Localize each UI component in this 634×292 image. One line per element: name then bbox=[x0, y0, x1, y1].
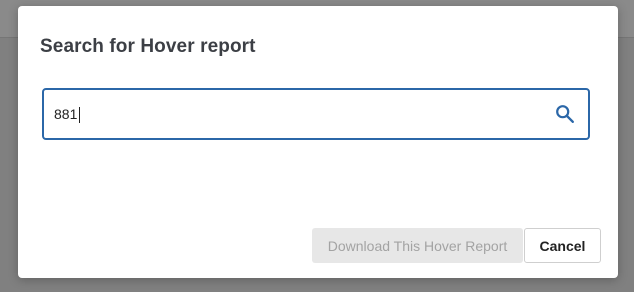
dialog-title: Search for Hover report bbox=[40, 36, 256, 57]
cancel-button[interactable]: Cancel bbox=[524, 228, 601, 263]
download-report-button[interactable]: Download This Hover Report bbox=[312, 228, 523, 263]
search-report-dialog: Search for Hover report Download This Ho… bbox=[18, 6, 618, 278]
text-caret bbox=[79, 107, 80, 123]
search-field[interactable] bbox=[42, 88, 590, 140]
search-icon[interactable] bbox=[554, 103, 576, 125]
search-input[interactable] bbox=[54, 102, 534, 126]
